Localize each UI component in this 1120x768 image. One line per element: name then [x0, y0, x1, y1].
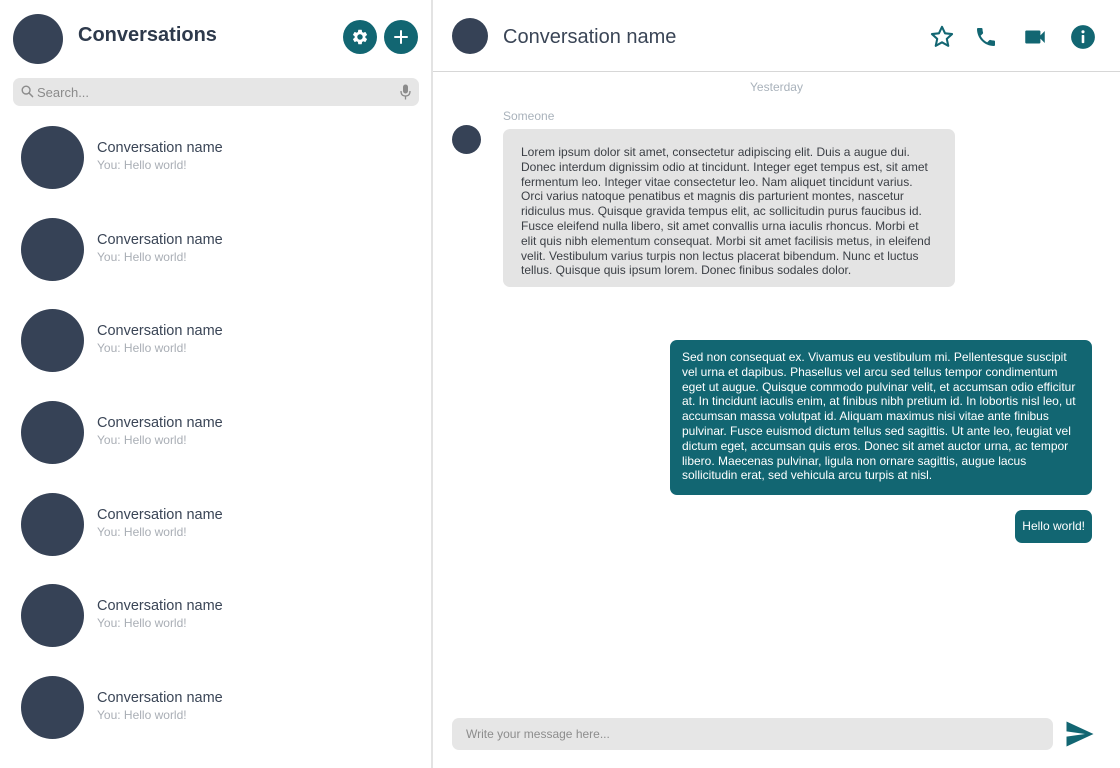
message-sender: Someone [503, 109, 555, 123]
conversation-list-item[interactable]: Conversation name You: Hello world! [0, 212, 431, 304]
settings-button[interactable] [343, 20, 377, 54]
user-avatar[interactable] [13, 14, 63, 64]
conversation-list: Conversation name You: Hello world! Conv… [0, 120, 431, 762]
info-button[interactable] [1070, 24, 1096, 50]
conversation-avatar [21, 401, 84, 465]
conversation-name: Conversation name [97, 323, 223, 340]
day-separator: Yesterday [750, 80, 803, 94]
conversation-list-item[interactable]: Conversation name You: Hello world! [0, 303, 431, 395]
video-call-button[interactable] [1021, 24, 1049, 50]
conversation-avatar [21, 126, 84, 189]
search-input[interactable] [37, 78, 387, 106]
star-icon [930, 25, 954, 47]
send-icon [1066, 721, 1094, 747]
conversation-name: Conversation name [97, 690, 223, 707]
message-composer [452, 718, 1053, 750]
conversation-last-message: You: Hello world! [97, 616, 187, 631]
new-conversation-button[interactable] [384, 20, 418, 54]
conversation-last-message: You: Hello world! [97, 433, 187, 448]
conversation-name: Conversation name [97, 415, 223, 432]
gear-icon [352, 29, 368, 45]
conversation-avatar [21, 309, 84, 373]
conversation-name: Conversation name [97, 506, 223, 523]
conversation-last-message: You: Hello world! [97, 341, 187, 356]
info-icon [1071, 25, 1095, 49]
conversation-last-message: You: Hello world! [97, 249, 187, 264]
call-button[interactable] [973, 24, 999, 50]
phone-icon [977, 28, 995, 46]
video-camera-icon [1025, 30, 1045, 44]
search-icon [21, 85, 34, 98]
conversation-name: Conversation name [97, 598, 223, 615]
chat-panel: Conversation name Yesterday Someone Lore… [433, 0, 1120, 768]
conversation-list-item[interactable]: Conversation name You: Hello world! [0, 120, 431, 212]
conversation-avatar[interactable] [452, 18, 488, 54]
incoming-message: Lorem ipsum dolor sit amet, consectetur … [503, 129, 955, 288]
conversation-avatar [21, 676, 84, 740]
conversation-last-message: You: Hello world! [97, 158, 187, 172]
conversation-list-item[interactable]: Conversation name You: Hello world! [0, 487, 431, 579]
microphone-icon[interactable] [400, 84, 411, 100]
message-input[interactable] [466, 718, 1036, 750]
outgoing-message: Sed non consequat ex. Vivamus eu vestibu… [670, 340, 1092, 496]
search-bar [13, 78, 419, 106]
conversation-avatar [21, 492, 84, 556]
conversation-title: Conversation name [503, 26, 677, 48]
plus-icon [394, 30, 408, 44]
sidebar: Conversations Conversation name You: Hel… [0, 0, 433, 768]
conversation-list-item[interactable]: Conversation name You: Hello world! [0, 395, 431, 487]
conversation-name: Conversation name [97, 231, 223, 248]
conversation-last-message: You: Hello world! [97, 524, 187, 539]
conversation-avatar [21, 584, 84, 648]
outgoing-message: Hello world! [1015, 510, 1092, 543]
conversation-avatar [21, 217, 84, 281]
sidebar-title: Conversations [78, 24, 217, 46]
send-button[interactable] [1065, 720, 1097, 748]
conversation-last-message: You: Hello world! [97, 708, 187, 723]
chat-header: Conversation name [433, 0, 1120, 72]
sender-avatar [452, 125, 481, 154]
conversation-list-item[interactable]: Conversation name You: Hello world! [0, 578, 431, 670]
conversation-list-item[interactable]: Conversation name You: Hello world! [0, 670, 431, 762]
favorite-button[interactable] [929, 24, 955, 50]
conversation-name: Conversation name [97, 140, 223, 156]
